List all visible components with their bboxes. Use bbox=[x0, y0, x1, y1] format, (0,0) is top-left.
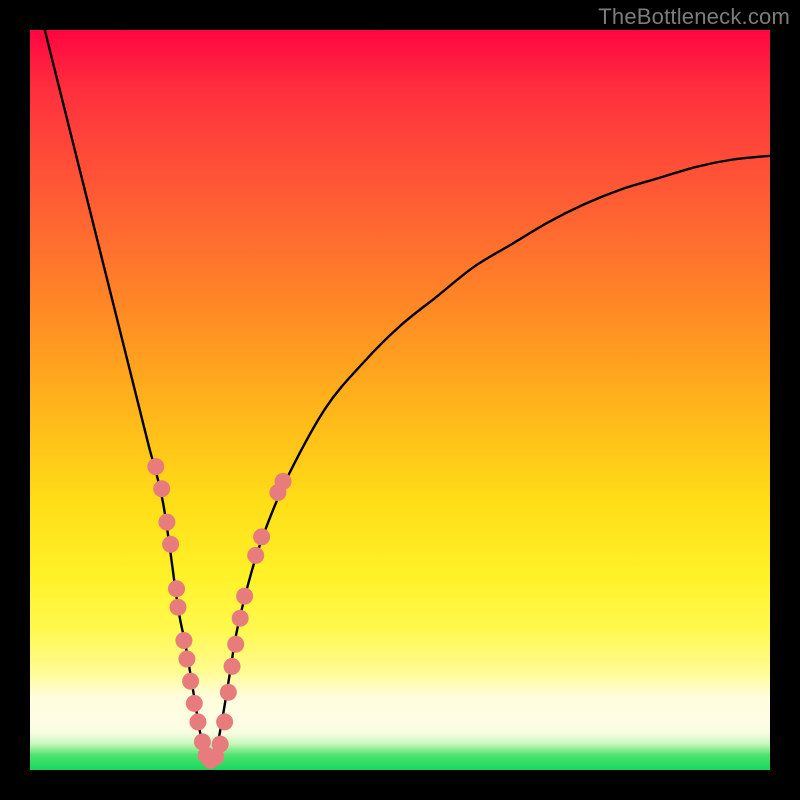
sample-dot bbox=[175, 632, 192, 649]
chart-svg bbox=[30, 30, 770, 770]
sample-dot bbox=[186, 695, 203, 712]
sample-dot bbox=[227, 636, 244, 653]
sample-dot bbox=[224, 658, 241, 675]
sample-dot bbox=[178, 651, 195, 668]
sample-dot bbox=[170, 599, 187, 616]
sample-dot bbox=[153, 480, 170, 497]
sample-dot bbox=[182, 673, 199, 690]
sample-dot bbox=[247, 547, 264, 564]
sample-dot bbox=[216, 713, 233, 730]
chart-frame: TheBottleneck.com bbox=[0, 0, 800, 800]
sample-dot bbox=[275, 473, 292, 490]
sample-dot bbox=[220, 684, 237, 701]
sample-dot bbox=[253, 528, 270, 545]
sample-dot bbox=[212, 736, 229, 753]
plot-area bbox=[30, 30, 770, 770]
watermark-text: TheBottleneck.com bbox=[598, 4, 790, 30]
sample-dot bbox=[168, 580, 185, 597]
sample-dots bbox=[147, 458, 291, 769]
bottleneck-curve bbox=[45, 30, 770, 764]
sample-dot bbox=[158, 514, 175, 531]
sample-dot bbox=[236, 588, 253, 605]
sample-dot bbox=[232, 610, 249, 627]
sample-dot bbox=[147, 458, 164, 475]
sample-dot bbox=[162, 536, 179, 553]
sample-dot bbox=[189, 713, 206, 730]
